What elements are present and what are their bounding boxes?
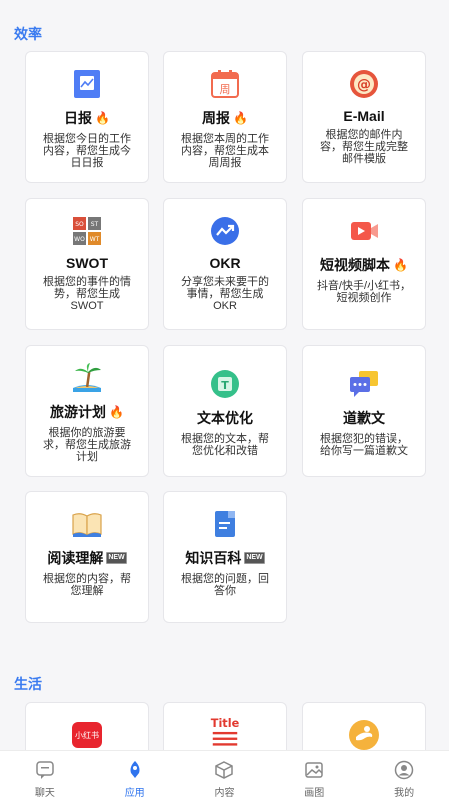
svg-text:周: 周 [220, 83, 231, 96]
svg-text:WO: WO [74, 236, 85, 243]
trend-icon [209, 215, 241, 247]
text-t-icon: T [209, 368, 241, 400]
card-reading[interactable]: 阅读理解 NEW 根据您的内容，帮您理解 [25, 491, 149, 623]
palm-tree-icon [71, 362, 103, 394]
tab-label: 应用 [124, 788, 145, 799]
card-title: E-Mail [343, 108, 385, 124]
tab-draw[interactable]: 画图 [269, 751, 359, 799]
app-list: 效率 日报 🔥 根据您今日的工作内容，帮您生成今日日报 周 周报 🔥 根据您本周的工… [0, 0, 449, 750]
book-icon [71, 508, 103, 540]
card-xiaohongshu[interactable]: 小红书 [25, 702, 149, 750]
card-desc: 根据您本周的工作内容，帮您生成本周周报 [181, 133, 269, 169]
profile-icon [393, 759, 415, 781]
card-desc: 根据您的问题，回答你 [181, 573, 269, 597]
chat-bubbles-icon [348, 368, 380, 400]
video-icon [348, 215, 380, 247]
svg-text:Title: Title [211, 717, 240, 730]
card-desc: 根据您今日的工作内容，帮您生成今日日报 [43, 133, 131, 169]
card-life-3[interactable] [302, 702, 426, 750]
card-desc: 根据您的内容，帮您理解 [43, 573, 131, 597]
new-badge: NEW [244, 552, 265, 564]
card-desc: 根据您的邮件内容，帮您生成完整邮件模版 [320, 129, 408, 165]
section-title-life: 生活 [14, 676, 42, 692]
hot-icon: 🔥 [109, 405, 124, 419]
card-title: 日报 🔥 [64, 110, 110, 126]
card-desc: 根据您犯的错误，给你写一篇道歉文 [320, 433, 408, 457]
svg-text:T: T [221, 379, 229, 392]
daily-report-icon [71, 68, 103, 100]
card-desc: 分享您未来要干的事情，帮您生成OKR [181, 276, 269, 312]
card-encyclopedia[interactable]: 知识百科 NEW 根据您的问题，回答你 [163, 491, 287, 623]
card-title: 短视频脚本 🔥 [320, 257, 408, 273]
tab-profile[interactable]: 我的 [359, 751, 449, 799]
new-badge: NEW [106, 552, 127, 564]
card-title: OKR [209, 255, 241, 271]
encyclopedia-icon [209, 508, 241, 540]
card-title: 阅读理解 NEW [47, 550, 127, 566]
weekly-calendar-icon: 周 [209, 68, 241, 100]
chat-icon [34, 759, 56, 781]
card-okr[interactable]: OKR 分享您未来要干的事情，帮您生成OKR [163, 198, 287, 330]
swot-grid-icon: SO ST WO WT [71, 215, 103, 247]
card-weekly-report[interactable]: 周 周报 🔥 根据您本周的工作内容，帮您生成本周周报 [163, 51, 287, 183]
cube-icon [213, 759, 235, 781]
tab-chat[interactable]: 聊天 [0, 751, 90, 799]
xiaohongshu-icon: 小红书 [71, 719, 103, 750]
card-text-optimize[interactable]: T 文本优化 根据您的文本，帮您优化和改错 [163, 345, 287, 477]
card-desc: 抖音/快手/小红书，短视频创作 [316, 280, 412, 304]
svg-text:SO: SO [75, 221, 84, 228]
svg-text:小红书: 小红书 [75, 730, 99, 740]
card-short-video[interactable]: 短视频脚本 🔥 抖音/快手/小红书，短视频创作 [302, 198, 426, 330]
tab-content[interactable]: 内容 [180, 751, 270, 799]
email-at-icon: @ [348, 68, 380, 100]
card-title-generator[interactable]: Title [163, 702, 287, 750]
card-travel-plan[interactable]: 旅游计划 🔥 根据你的旅游要求，帮您生成旅游计划 [25, 345, 149, 477]
card-title: 周报 🔥 [202, 110, 248, 126]
card-title: 道歉文 [343, 410, 385, 426]
card-desc: 根据您的文本，帮您优化和改错 [181, 433, 269, 457]
card-title: 文本优化 [197, 410, 253, 426]
svg-text:@: @ [357, 77, 371, 93]
bottom-tab-bar: 聊天 应用 内容 画图 我的 [0, 750, 449, 799]
title-icon: Title [209, 715, 241, 747]
app-icon [124, 759, 146, 781]
card-title: SWOT [66, 255, 108, 271]
svg-text:WT: WT [90, 236, 100, 243]
tab-label: 我的 [394, 788, 415, 799]
card-email[interactable]: @ E-Mail 根据您的邮件内容，帮您生成完整邮件模版 [302, 51, 426, 183]
card-title: 旅游计划 🔥 [50, 404, 124, 420]
card-swot[interactable]: SO ST WO WT SWOT 根据您的事件的情势，帮您生成SWOT [25, 198, 149, 330]
tab-label: 内容 [214, 788, 235, 799]
hand-icon [348, 719, 380, 750]
hot-icon: 🔥 [233, 111, 248, 125]
tab-label: 画图 [304, 788, 325, 799]
section-title-efficiency: 效率 [14, 26, 42, 42]
tab-apps[interactable]: 应用 [90, 751, 180, 799]
svg-text:ST: ST [91, 221, 99, 228]
card-daily-report[interactable]: 日报 🔥 根据您今日的工作内容，帮您生成今日日报 [25, 51, 149, 183]
card-desc: 根据你的旅游要求，帮您生成旅游计划 [43, 427, 131, 463]
card-title: 知识百科 NEW [185, 550, 265, 566]
card-desc: 根据您的事件的情势，帮您生成SWOT [43, 276, 131, 312]
image-icon [303, 759, 325, 781]
hot-icon: 🔥 [95, 111, 110, 125]
card-apology[interactable]: 道歉文 根据您犯的错误，给你写一篇道歉文 [302, 345, 426, 477]
tab-label: 聊天 [34, 788, 55, 799]
hot-icon: 🔥 [393, 258, 408, 272]
